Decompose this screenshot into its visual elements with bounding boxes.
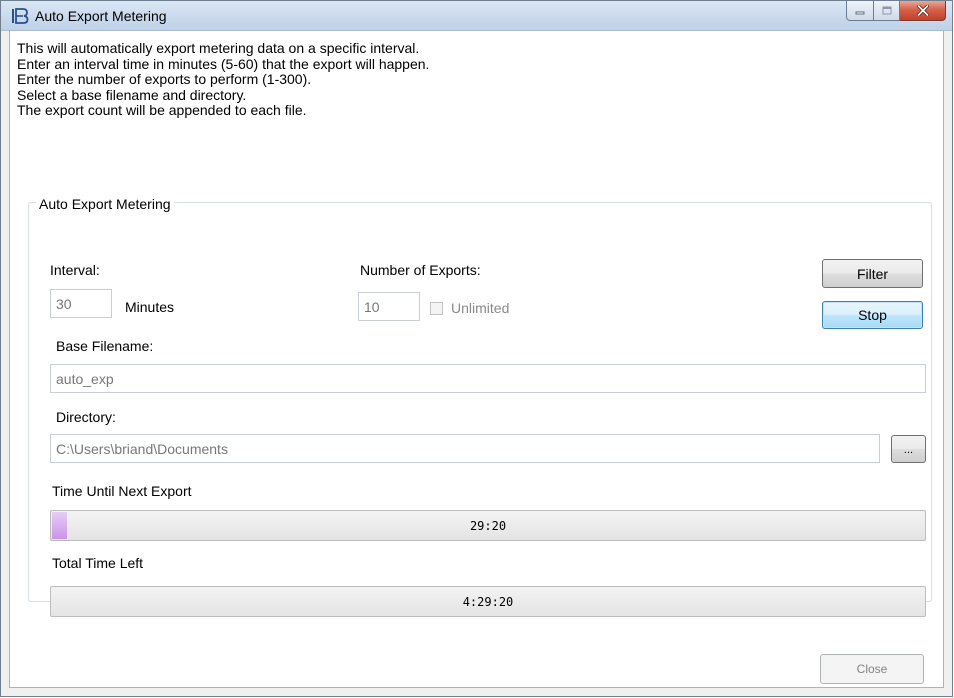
unlimited-label: Unlimited [451, 300, 510, 316]
minimize-icon [855, 11, 865, 14]
base-filename-label: Base Filename: [56, 338, 154, 354]
app-logo-icon [12, 8, 29, 24]
window-title: Auto Export Metering [35, 8, 167, 24]
filter-button[interactable]: Filter [822, 259, 923, 288]
minimize-button[interactable] [846, 1, 874, 21]
intro-line: The export count will be appended to eac… [17, 102, 307, 119]
maximize-button[interactable] [874, 1, 900, 21]
directory-label: Directory: [56, 409, 116, 425]
maximize-icon [882, 6, 891, 15]
close-button[interactable]: Close [820, 654, 924, 684]
intro-line: Enter the number of exports to perform (… [17, 71, 312, 88]
interval-label: Interval: [50, 262, 100, 278]
title-bar[interactable]: Auto Export Metering [1, 1, 952, 31]
close-icon [916, 5, 929, 16]
exports-label: Number of Exports: [360, 262, 481, 278]
base-filename-input[interactable] [50, 364, 926, 393]
intro-line: Enter an interval time in minutes (5-60)… [17, 55, 430, 72]
minutes-label: Minutes [125, 299, 175, 315]
intro-line: Select a base filename and directory. [17, 86, 247, 103]
directory-input[interactable] [50, 434, 880, 463]
interval-input[interactable] [50, 289, 112, 318]
exports-input[interactable] [358, 292, 420, 321]
total-left-time: 4:29:20 [462, 594, 514, 609]
intro-text: This will automatically export metering … [17, 40, 430, 119]
browse-button[interactable]: ... [891, 435, 926, 463]
total-left-progressbar: 4:29:20 [50, 586, 926, 617]
stop-button[interactable]: Stop [822, 301, 923, 329]
next-export-time: 29:20 [469, 518, 507, 533]
next-export-progressbar: 29:20 [50, 510, 926, 541]
groupbox-title: Auto Export Metering [36, 196, 174, 212]
intro-line: This will automatically export metering … [17, 40, 420, 56]
total-left-label: Total Time Left [52, 555, 144, 571]
next-export-label: Time Until Next Export [52, 483, 192, 499]
window-controls [846, 1, 946, 22]
unlimited-checkbox[interactable] [430, 302, 443, 315]
close-window-button[interactable] [900, 1, 946, 21]
